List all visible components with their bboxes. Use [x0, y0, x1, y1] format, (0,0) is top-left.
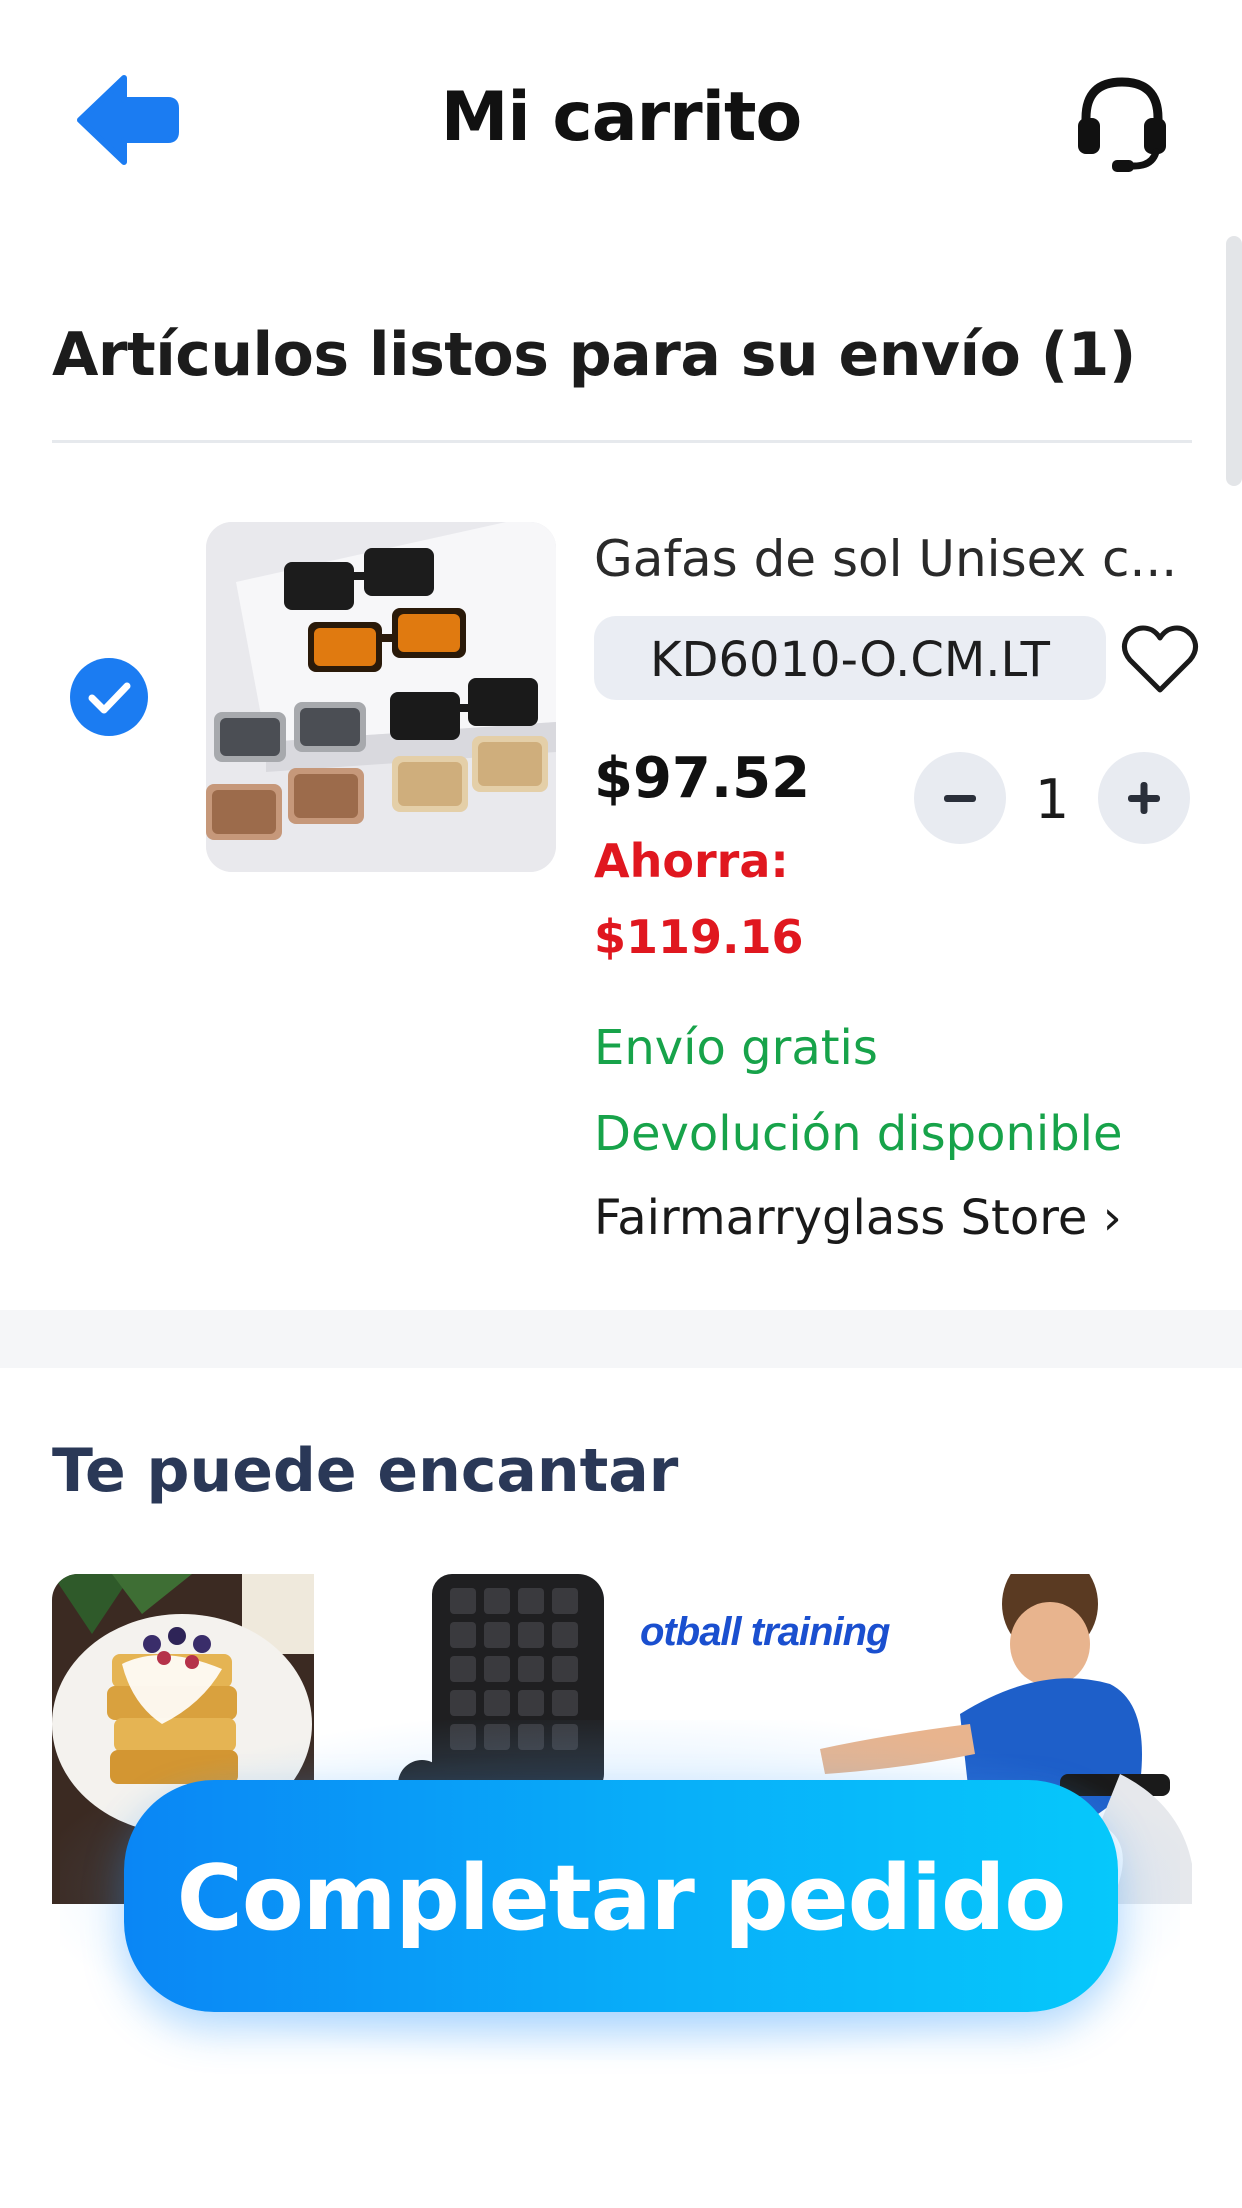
sunglasses-product-photo	[206, 522, 556, 872]
recommendations-title: Te puede encantar	[52, 1436, 679, 1506]
section-separator	[0, 1310, 1242, 1368]
quantity-decrease-button[interactable]	[914, 752, 1006, 844]
saving-amount: $119.16	[594, 910, 804, 964]
returns-available-label: Devolución disponible	[594, 1106, 1123, 1162]
item-price: $97.52	[594, 746, 811, 811]
scrollbar[interactable]	[1226, 236, 1242, 486]
variant-label: KD6010-O.CM.LT	[650, 632, 1050, 688]
page-title: Mi carrito	[440, 78, 802, 157]
item-select-checkbox[interactable]	[70, 658, 148, 736]
quantity-value: 1	[1034, 768, 1070, 831]
complete-order-label: Completar pedido	[176, 1846, 1066, 1951]
minus-icon	[944, 795, 976, 802]
heart-outline-icon	[1122, 625, 1198, 693]
cart-page: Mi carrito Artículos listos para su enví…	[0, 0, 1242, 2208]
customer-support-button[interactable]	[1072, 72, 1172, 172]
free-shipping-label: Envío gratis	[594, 1020, 878, 1076]
headset-icon	[1078, 77, 1166, 172]
variant-selector[interactable]: KD6010-O.CM.LT	[594, 616, 1106, 700]
section-divider	[52, 440, 1192, 443]
product-name[interactable]: Gafas de sol Unisex c...	[594, 530, 1194, 588]
cart-section-title: Artículos listos para su envío (1)	[52, 320, 1136, 390]
saving-label: Ahorra:	[594, 834, 789, 888]
store-link[interactable]: Fairmarryglass Store ›	[594, 1190, 1122, 1246]
plus-icon	[1128, 782, 1160, 814]
product-image[interactable]	[206, 522, 556, 872]
product-card-caption: otball training	[640, 1610, 890, 1654]
checkmark-icon	[88, 682, 131, 714]
quantity-increase-button[interactable]	[1098, 752, 1190, 844]
favorite-button[interactable]	[1120, 622, 1200, 698]
complete-order-button[interactable]: Completar pedido	[124, 1780, 1118, 2012]
app-header: Mi carrito	[0, 0, 1242, 240]
